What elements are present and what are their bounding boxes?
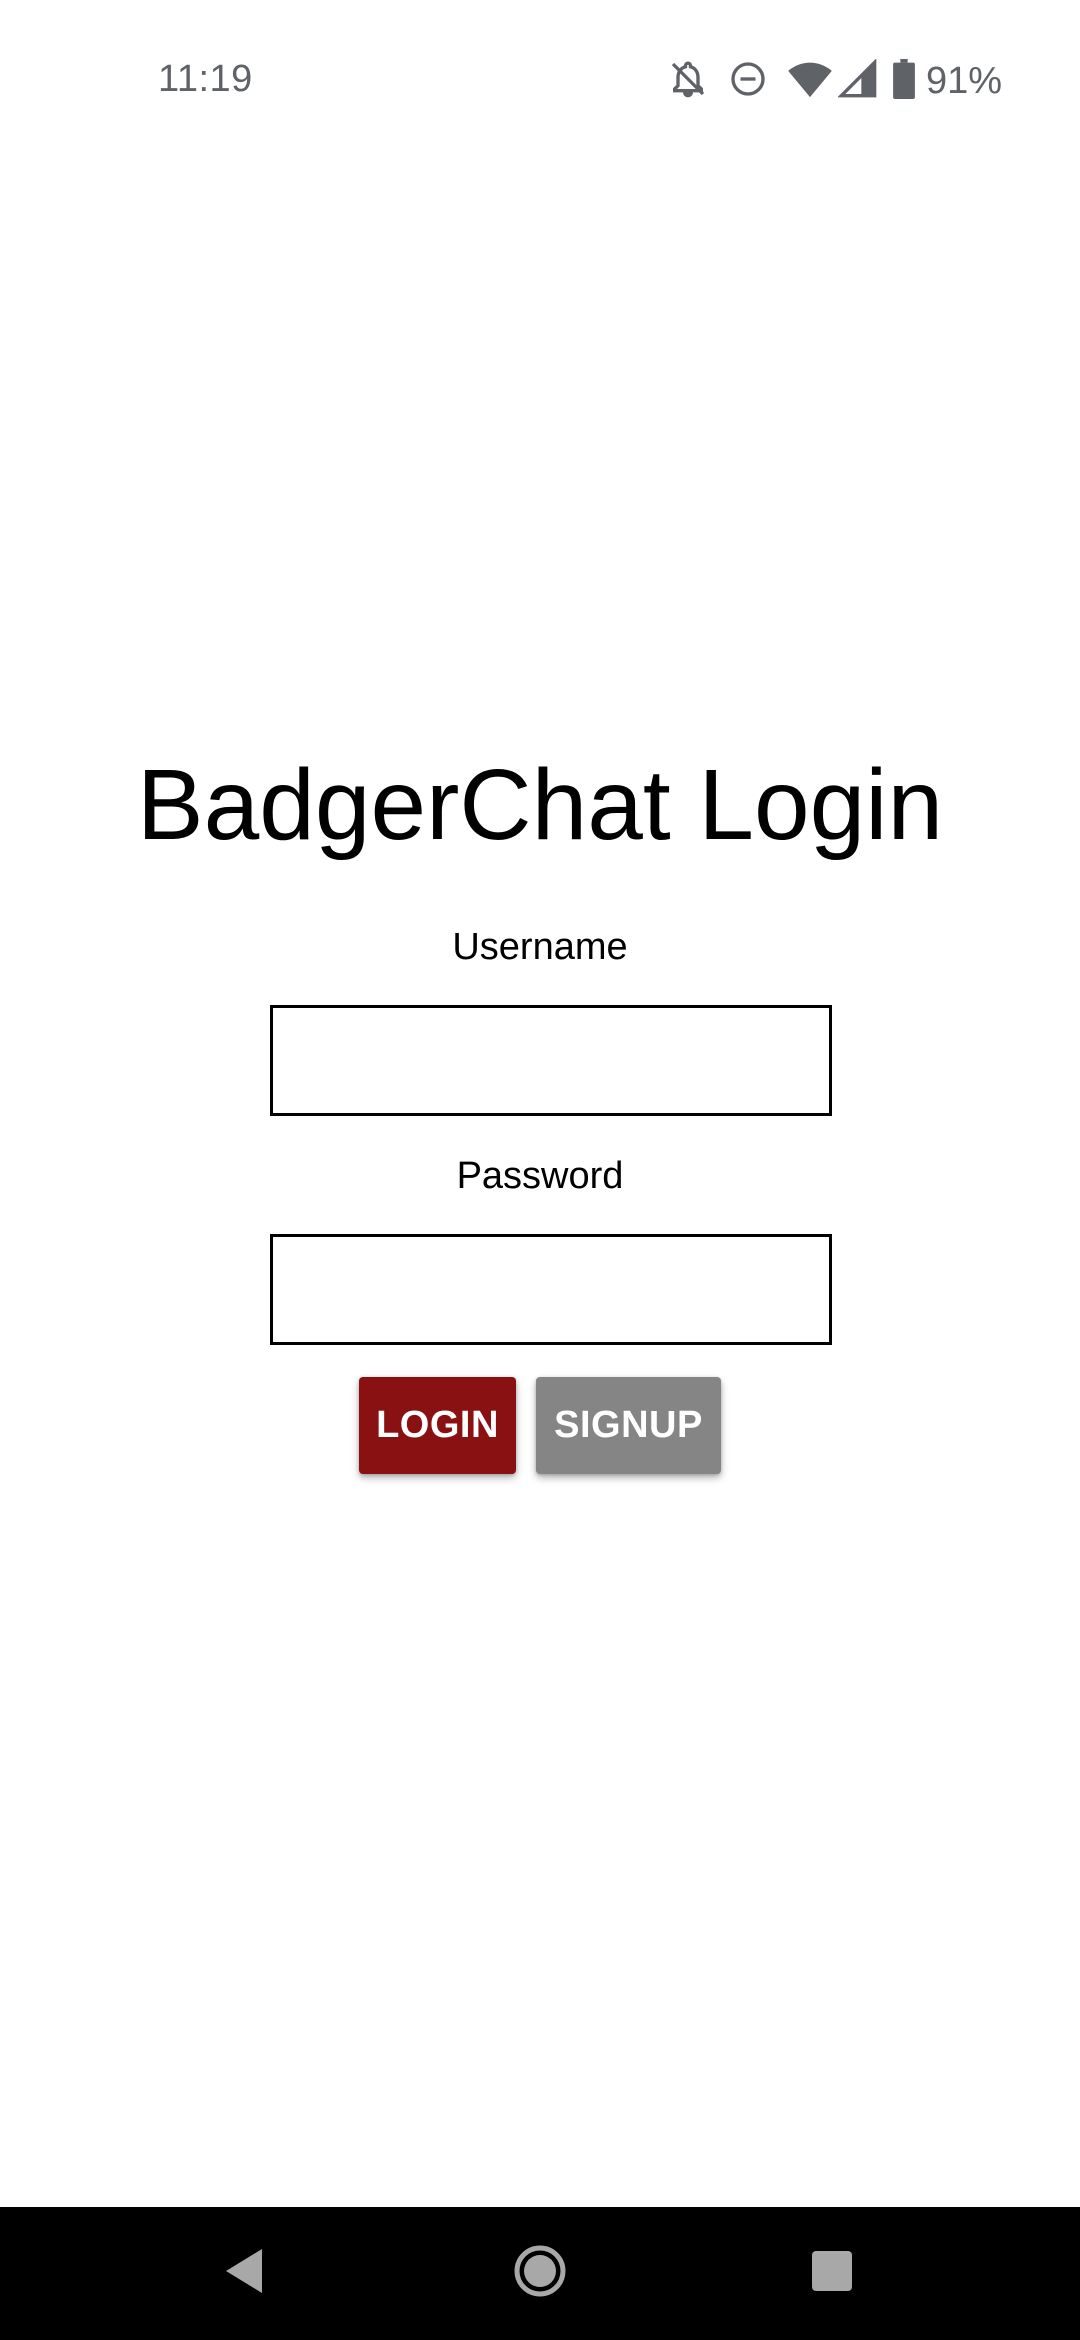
back-button[interactable] — [174, 2207, 314, 2340]
cell-signal-icon — [837, 57, 878, 104]
navigation-bar — [0, 2207, 1080, 2340]
page-title: BadgerChat Login — [136, 749, 944, 861]
battery-icon — [892, 58, 916, 104]
home-icon — [514, 2245, 566, 2302]
status-bar: 11:19 91% — [0, 0, 1080, 165]
username-input[interactable] — [270, 1005, 832, 1116]
back-icon — [222, 2247, 266, 2300]
home-button[interactable] — [470, 2207, 610, 2340]
username-label: Username — [452, 926, 628, 968]
battery-percent: 91% — [925, 59, 1002, 102]
password-input[interactable] — [270, 1234, 832, 1345]
status-time: 11:19 — [158, 58, 253, 100]
login-screen: 11:19 91% BadgerChat Login Username Pass… — [0, 0, 1080, 2340]
status-icons: 91% — [648, 56, 1002, 106]
recents-icon — [810, 2249, 854, 2298]
password-label: Password — [456, 1155, 624, 1197]
recents-button[interactable] — [762, 2207, 902, 2340]
login-button[interactable]: LOGIN — [359, 1377, 516, 1474]
signup-button[interactable]: SIGNUP — [536, 1377, 721, 1474]
notifications-off-icon — [668, 59, 708, 104]
wifi-icon — [788, 59, 832, 104]
do-not-disturb-icon — [728, 59, 768, 104]
